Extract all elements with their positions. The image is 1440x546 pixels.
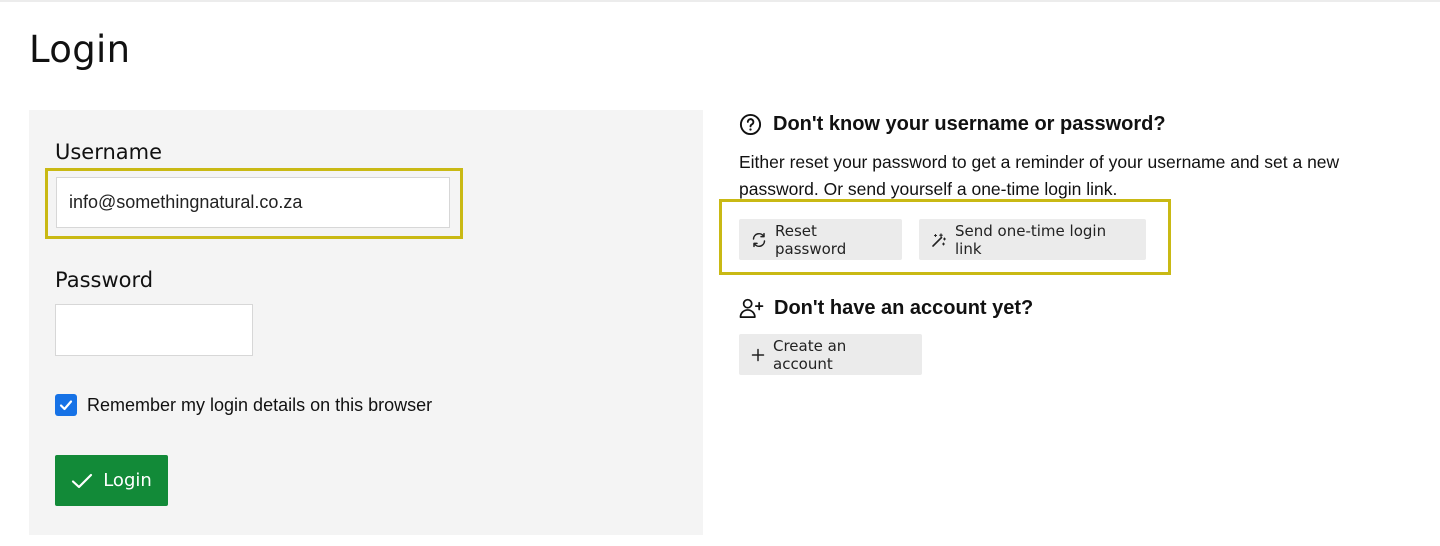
- remember-me-label: Remember my login details on this browse…: [87, 394, 433, 415]
- login-button-label: Login: [103, 470, 152, 491]
- send-one-time-login-link-label: Send one-time login link: [955, 221, 1107, 258]
- account-heading: Don't have an account yet?: [739, 297, 1033, 320]
- reset-password-label: Reset password: [775, 221, 847, 258]
- help-title: Don't know your username or password?: [773, 113, 1166, 135]
- question-circle-icon: [739, 113, 762, 136]
- username-label: Username: [55, 140, 163, 164]
- checkmark-icon: [59, 400, 73, 411]
- top-divider: [0, 0, 1440, 2]
- help-text: Either reset your password to get a remi…: [739, 152, 1340, 199]
- refresh-icon: [751, 232, 767, 248]
- magic-wand-icon: [931, 232, 947, 248]
- page-title: Login: [29, 28, 131, 71]
- password-input[interactable]: [55, 304, 253, 356]
- remember-me-row: Remember my login details on this browse…: [55, 394, 432, 416]
- reset-password-button[interactable]: Reset password: [739, 219, 902, 260]
- password-label: Password: [55, 268, 154, 292]
- create-account-button[interactable]: Create an account: [739, 334, 922, 375]
- help-heading: Don't know your username or password?: [739, 113, 1166, 136]
- user-plus-icon: [739, 297, 764, 320]
- username-input[interactable]: [56, 177, 450, 228]
- create-account-label: Create an account: [773, 336, 847, 373]
- check-icon: [71, 472, 93, 490]
- send-one-time-login-link-button[interactable]: Send one-time login link: [919, 219, 1146, 260]
- plus-icon: [751, 348, 765, 362]
- login-button[interactable]: Login: [55, 455, 168, 506]
- remember-me-checkbox[interactable]: [55, 394, 77, 416]
- account-title: Don't have an account yet?: [774, 297, 1034, 319]
